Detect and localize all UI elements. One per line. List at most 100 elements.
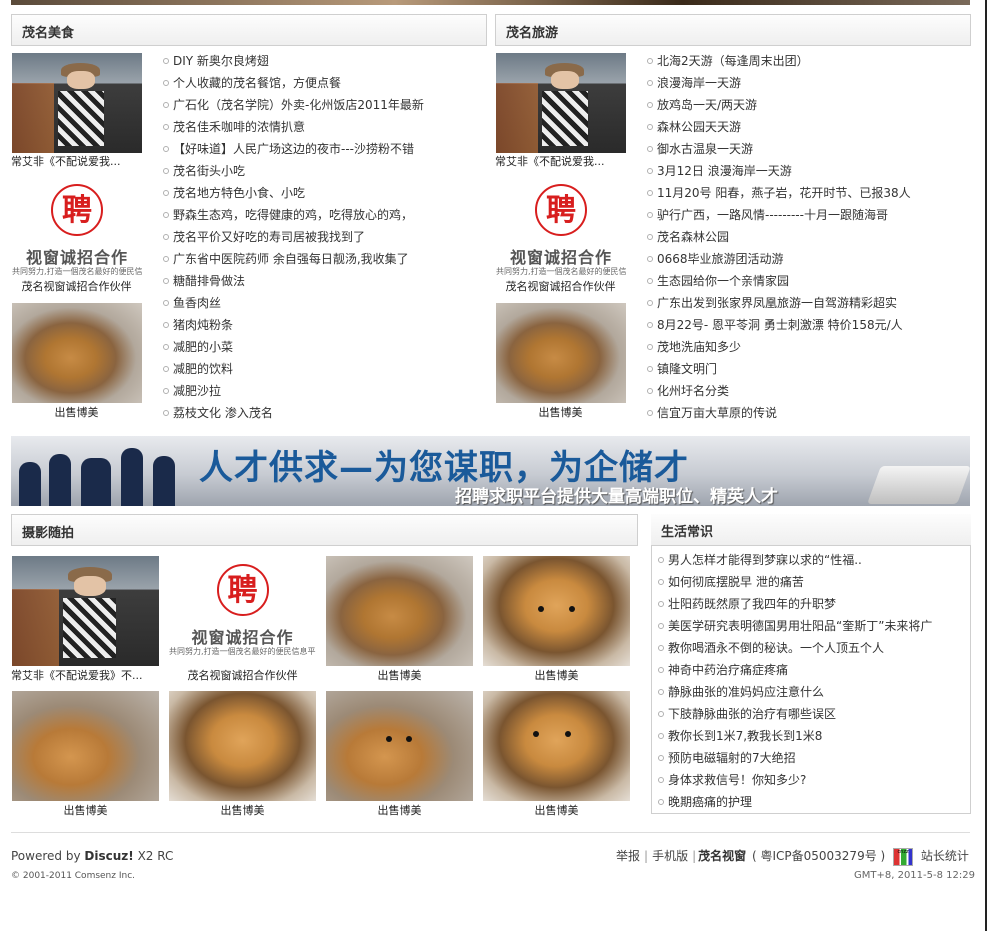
- list-item[interactable]: 男人怎样才能得到梦寐以求的“性福..: [656, 549, 968, 571]
- travel-panel-header: 茂名旅游: [495, 14, 971, 46]
- list-item[interactable]: 教你长到1米7,教我长到1米8: [656, 725, 968, 747]
- list-item[interactable]: 荔枝文化 渗入茂名: [161, 402, 481, 424]
- recruit-slogan: 视窗诚招合作: [25, 248, 128, 267]
- powered-by: Powered by Discuz! X2 RC: [11, 849, 173, 863]
- list-item[interactable]: 0668毕业旅游团活动游: [645, 248, 973, 270]
- list-item[interactable]: 森林公园天天游: [645, 116, 973, 138]
- photo-thumb-dog-8[interactable]: [483, 691, 630, 801]
- list-item[interactable]: 糖醋排骨做法: [161, 270, 481, 292]
- photo-caption-6[interactable]: 出售博美: [169, 802, 316, 818]
- photo-caption-1[interactable]: 常艾非《不配说爱我》不...: [11, 667, 160, 683]
- list-item[interactable]: 茂名佳禾咖啡的浓情扒意: [161, 116, 481, 138]
- travel-panel-title[interactable]: 茂名旅游: [506, 22, 558, 41]
- list-item[interactable]: 广东出发到张家界凤凰旅游一自驾游精彩超实: [645, 292, 973, 314]
- top-banner-strip: [11, 0, 970, 5]
- list-item[interactable]: 生态园给你一个亲情家园: [645, 270, 973, 292]
- report-link[interactable]: 举报: [616, 849, 640, 863]
- travel-thumb-caption-1[interactable]: 常艾非《不配说爱我...: [495, 153, 628, 169]
- list-item[interactable]: 身体求救信号！你知多少?: [656, 769, 968, 791]
- photo-thumb-girl[interactable]: [12, 556, 159, 666]
- list-item[interactable]: 驴行广西，一路风情---------十月一跟随海哥: [645, 204, 973, 226]
- list-item[interactable]: 浪漫海岸一天游: [645, 72, 973, 94]
- list-item[interactable]: 如何彻底摆脱早 泄的痛苦: [656, 571, 968, 593]
- list-item[interactable]: 广东省中医院药师 余自强每日靓汤,我收集了: [161, 248, 481, 270]
- list-item[interactable]: 化州圩名分类: [645, 380, 973, 402]
- list-item[interactable]: 静脉曲张的准妈妈应注意什么: [656, 681, 968, 703]
- list-item[interactable]: 晚期癌痛的护理: [656, 791, 968, 813]
- list-item[interactable]: 广石化（茂名学院）外卖-化州饭店2011年最新: [161, 94, 481, 116]
- mobile-link[interactable]: 手机版: [652, 849, 688, 863]
- food-thumb-caption-3[interactable]: 出售博美: [11, 404, 142, 420]
- photo-thumb-dog-5[interactable]: [12, 691, 159, 801]
- discuz-link[interactable]: Discuz!: [84, 849, 133, 863]
- icp-link[interactable]: ( 粤ICP备05003279号 ): [752, 849, 885, 863]
- list-item[interactable]: 镇隆文明门: [645, 358, 973, 380]
- travel-thumb-dog[interactable]: [496, 303, 626, 403]
- list-item[interactable]: 减肥沙拉: [161, 380, 481, 402]
- travel-thumb-girl[interactable]: [496, 53, 626, 153]
- list-item[interactable]: 减肥的小菜: [161, 336, 481, 358]
- list-item[interactable]: DIY 新奥尔良烤翅: [161, 50, 481, 72]
- list-item[interactable]: 神奇中药治疗痛症疼痛: [656, 659, 968, 681]
- photo-caption-7[interactable]: 出售博美: [326, 802, 473, 818]
- list-item[interactable]: 御水古温泉一天游: [645, 138, 973, 160]
- food-thumb-recruit[interactable]: 聘 视窗诚招合作 共同努力,打造一個茂名最好的便民信息平臺!: [12, 176, 142, 276]
- list-item[interactable]: 【好味道】人民广场这边的夜市---沙捞粉不错: [161, 138, 481, 160]
- list-item[interactable]: 茂名地方特色小食、小吃: [161, 182, 481, 204]
- list-item[interactable]: 猪肉炖粉条: [161, 314, 481, 336]
- list-item[interactable]: 3月12日 浪漫海岸一天游: [645, 160, 973, 182]
- recruit-tagline: 共同努力,打造一個茂名最好的便民信息平臺!: [169, 647, 316, 656]
- discuz-version: X2 RC: [137, 849, 174, 863]
- list-item[interactable]: 8月22号- 恩平苓洞 勇士刺激漂 特价158元/人: [645, 314, 973, 336]
- footer-links: 举报 | 手机版 | 茂名视窗 ( 粤ICP备05003279号 ) cnzz 站长统计: [614, 847, 971, 866]
- site-link[interactable]: 茂名视窗: [698, 849, 746, 863]
- photo-thumb-dog-4[interactable]: [483, 556, 630, 666]
- food-thumb-dog[interactable]: [12, 303, 142, 403]
- life-panel-header: 生活常识: [651, 514, 971, 546]
- list-item[interactable]: 壮阳药既然原了我四年的升职梦: [656, 593, 968, 615]
- list-item[interactable]: 下肢静脉曲张的治疗有哪些误区: [656, 703, 968, 725]
- recruit-seal: 聘: [216, 564, 269, 616]
- list-item[interactable]: 个人收藏的茂名餐馆，方便点餐: [161, 72, 481, 94]
- list-item[interactable]: 预防电磁辐射的7大绝招: [656, 747, 968, 769]
- list-item[interactable]: 茂地洗庙知多少: [645, 336, 973, 358]
- cnzz-stats-icon[interactable]: cnzz: [893, 847, 914, 866]
- photo-thumb-recruit[interactable]: 聘 视窗诚招合作 共同努力,打造一個茂名最好的便民信息平臺!: [169, 556, 316, 666]
- food-panel-header: 茂名美食: [11, 14, 487, 46]
- life-panel-title[interactable]: 生活常识: [661, 521, 713, 540]
- travel-thumb-caption-3[interactable]: 出售博美: [495, 404, 626, 420]
- travel-thumb-recruit[interactable]: 聘 视窗诚招合作 共同努力,打造一個茂名最好的便民信息平臺!: [496, 176, 626, 276]
- list-item[interactable]: 11月20号 阳春，燕子岩，花开时节、已报38人: [645, 182, 973, 204]
- photo-thumb-dog-7[interactable]: [326, 691, 473, 801]
- photo-caption-3[interactable]: 出售博美: [326, 667, 473, 683]
- window-right-border: [985, 0, 987, 931]
- food-panel-title[interactable]: 茂名美食: [22, 22, 74, 41]
- list-item[interactable]: 北海2天游（每逢周末出团）: [645, 50, 973, 72]
- banner-subline: 招聘求职平台提供大量高端职位、精英人才: [455, 487, 778, 506]
- photo-caption-2[interactable]: 茂名视窗诚招合作伙伴: [169, 667, 316, 683]
- talent-banner[interactable]: 人才供求—为您谋职，为企储才 招聘求职平台提供大量高端职位、精英人才: [11, 436, 970, 506]
- photo-thumb-dog-3[interactable]: [326, 556, 473, 666]
- travel-thumb-caption-2[interactable]: 茂名视窗诚招合作伙伴: [495, 278, 626, 294]
- server-time: GMT+8, 2011-5-8 12:29: [854, 870, 975, 881]
- list-item[interactable]: 茂名平价又好吃的寿司居被我找到了: [161, 226, 481, 248]
- list-item[interactable]: 减肥的饮料: [161, 358, 481, 380]
- list-item[interactable]: 茂名街头小吃: [161, 160, 481, 182]
- list-item[interactable]: 信宜万亩大草原的传说: [645, 402, 973, 424]
- stats-link[interactable]: 站长统计: [921, 849, 969, 863]
- list-item[interactable]: 教你喝酒永不倒的秘诀。一个人顶五个人: [656, 637, 968, 659]
- food-thumb-caption-2[interactable]: 茂名视窗诚招合作伙伴: [11, 278, 142, 294]
- list-item[interactable]: 放鸡岛一天/两天游: [645, 94, 973, 116]
- photo-thumb-dog-6[interactable]: [169, 691, 316, 801]
- list-item[interactable]: 野森生态鸡，吃得健康的鸡，吃得放心的鸡，: [161, 204, 481, 226]
- list-item[interactable]: 鱼香肉丝: [161, 292, 481, 314]
- photo-caption-4[interactable]: 出售博美: [483, 667, 630, 683]
- list-item[interactable]: 美医学研究表明德国男用壮阳品“奎斯丁”未来将广: [656, 615, 968, 637]
- photo-caption-5[interactable]: 出售博美: [12, 802, 159, 818]
- photo-panel-title[interactable]: 摄影随拍: [22, 522, 74, 541]
- photo-caption-8[interactable]: 出售博美: [483, 802, 630, 818]
- travel-article-list: 北海2天游（每逢周末出团） 浪漫海岸一天游 放鸡岛一天/两天游 森林公园天天游 …: [645, 50, 973, 424]
- list-item[interactable]: 茂名森林公园: [645, 226, 973, 248]
- food-thumb-caption-1[interactable]: 常艾非《不配说爱我...: [11, 153, 144, 169]
- food-thumb-girl[interactable]: [12, 53, 142, 153]
